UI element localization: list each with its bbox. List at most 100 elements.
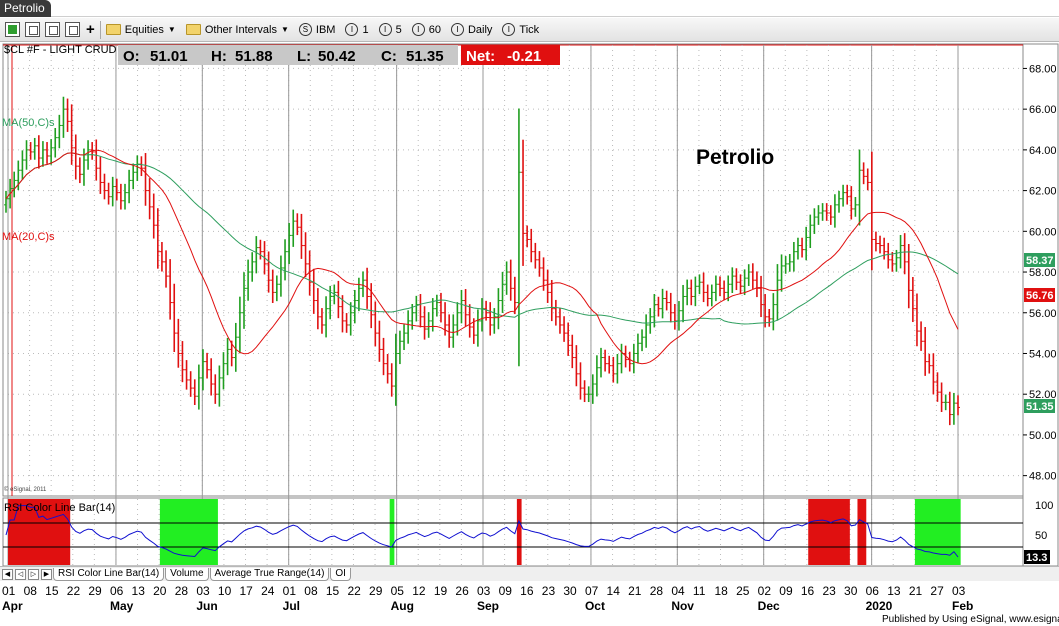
- date-tick-label: 19: [434, 584, 448, 598]
- ma20-last-value: 56.76: [1026, 290, 1054, 302]
- rsi-band: [820, 499, 826, 565]
- rsi-band: [200, 499, 206, 565]
- interval-badge-icon: I: [502, 23, 516, 36]
- other-intervals-dropdown[interactable]: Other Intervals ▼: [185, 24, 289, 36]
- open-label: O:: [123, 48, 140, 65]
- interval-daily-button[interactable]: I Daily: [450, 23, 493, 36]
- low-label: L:: [297, 48, 311, 65]
- price-axis[interactable]: [1022, 43, 1059, 567]
- month-label: Feb: [952, 599, 973, 613]
- interval-60-button[interactable]: I 60: [411, 23, 441, 36]
- interval-60-label: 60: [428, 23, 441, 36]
- date-tick-label: 01: [2, 584, 16, 598]
- month-label: Oct: [585, 599, 605, 613]
- date-tick-label: 06: [110, 584, 124, 598]
- date-tick-label: 10: [218, 584, 232, 598]
- interval-badge-icon: I: [411, 23, 425, 36]
- ma50-label: MA(50,C)s: [2, 117, 55, 129]
- equities-label: Equities: [124, 23, 164, 36]
- interval-badge-icon: I: [345, 23, 359, 36]
- chart-window-icon[interactable]: [5, 22, 20, 37]
- date-tick-label: 04: [671, 584, 685, 598]
- symbol-label: $CL #F - LIGHT CRUD: [4, 44, 117, 56]
- tab-oi[interactable]: OI: [330, 567, 351, 581]
- rsi-band: [824, 499, 830, 565]
- interval-5-button[interactable]: I 5: [378, 23, 402, 36]
- date-tick-label: 13: [887, 584, 901, 598]
- month-label: Nov: [671, 599, 694, 613]
- date-tick-label: 08: [24, 584, 38, 598]
- month-label: Jul: [283, 599, 300, 613]
- link-window-icon[interactable]: [45, 22, 60, 37]
- price-tick-label: 64.00: [1029, 145, 1057, 157]
- date-tick-label: 12: [412, 584, 426, 598]
- rsi-band: [923, 499, 928, 565]
- month-label: Aug: [391, 599, 414, 613]
- date-tick-label: 03: [952, 584, 966, 598]
- toolbar-divider: [99, 20, 101, 39]
- date-tick-label: 30: [844, 584, 858, 598]
- month-label: Jun: [196, 599, 217, 613]
- interval-1-button[interactable]: I 1: [345, 23, 369, 36]
- rsi-last-flag: 13.3: [1024, 550, 1050, 564]
- rsi-band: [213, 499, 218, 565]
- rsi-band: [935, 499, 941, 565]
- last-tab-icon[interactable]: ▶: [41, 568, 52, 580]
- chart-background: [0, 42, 1059, 626]
- month-label: Apr: [2, 599, 23, 613]
- toolbar: + Equities ▼ Other Intervals ▼ S IBM I 1…: [0, 18, 1059, 42]
- date-tick-label: 23: [542, 584, 556, 598]
- date-tick-label: 21: [909, 584, 923, 598]
- rsi-band: [389, 499, 395, 565]
- tab-volume[interactable]: Volume: [165, 567, 209, 581]
- tab-atr[interactable]: Average True Range(14): [209, 567, 330, 581]
- new-window-icon[interactable]: [25, 22, 40, 37]
- rsi-band: [939, 499, 945, 565]
- rsi-band: [861, 499, 867, 565]
- date-tick-label: 20: [153, 584, 167, 598]
- symbol-ibm-button[interactable]: S IBM: [298, 23, 335, 36]
- ma50-last-flag: 58.37: [1024, 253, 1055, 267]
- date-tick-label: 05: [391, 584, 405, 598]
- rsi-band: [205, 499, 210, 565]
- window-title[interactable]: Petrolio: [0, 0, 51, 17]
- interval-badge-icon: I: [450, 23, 464, 36]
- first-tab-icon[interactable]: ◀: [2, 568, 13, 580]
- month-label: Dec: [758, 599, 780, 613]
- date-tick-label: 03: [196, 584, 210, 598]
- date-tick-label: 26: [455, 584, 469, 598]
- rsi-band: [188, 499, 194, 565]
- date-tick-label: 24: [261, 584, 275, 598]
- low-value: 50.42: [318, 48, 356, 65]
- ma50-last-value: 58.37: [1026, 255, 1054, 267]
- interval-tick-button[interactable]: I Tick: [502, 23, 539, 36]
- window-properties-icon[interactable]: [65, 22, 80, 37]
- date-tick-label: 29: [88, 584, 102, 598]
- interval-daily-label: Daily: [467, 23, 493, 36]
- rsi-band: [812, 499, 818, 565]
- prev-tab-icon[interactable]: ◁: [15, 568, 26, 580]
- interval-5-label: 5: [395, 23, 402, 36]
- folder-icon: [105, 24, 121, 35]
- next-tab-icon[interactable]: ▷: [28, 568, 39, 580]
- rsi-band: [159, 499, 165, 565]
- rsi-band: [914, 499, 920, 565]
- net-label: Net:: [466, 48, 495, 65]
- price-tick-label: 56.00: [1029, 308, 1057, 320]
- add-icon[interactable]: +: [86, 22, 95, 37]
- copyright-label: © eSignal, 2011: [4, 486, 47, 493]
- date-tick-label: 14: [607, 584, 621, 598]
- price-chart[interactable]: 68.00 66.00 64.00 62.00 60.00 58.00 56.00 54.00…: [0, 42, 1059, 626]
- month-label: 2020: [866, 599, 893, 613]
- rsi-band: [931, 499, 937, 565]
- tab-rsi[interactable]: RSI Color Line Bar(14): [53, 567, 165, 581]
- interval-badge-icon: I: [378, 23, 392, 36]
- rsi-band: [927, 499, 932, 565]
- close-last-value: 51.35: [1026, 401, 1054, 413]
- date-tick-label: 08: [304, 584, 318, 598]
- rsi-band: [816, 499, 822, 565]
- open-value: 51.01: [150, 48, 188, 65]
- equities-dropdown[interactable]: Equities ▼: [105, 23, 176, 36]
- folder-icon: [185, 24, 201, 35]
- price-tick-label: 58.00: [1029, 267, 1057, 279]
